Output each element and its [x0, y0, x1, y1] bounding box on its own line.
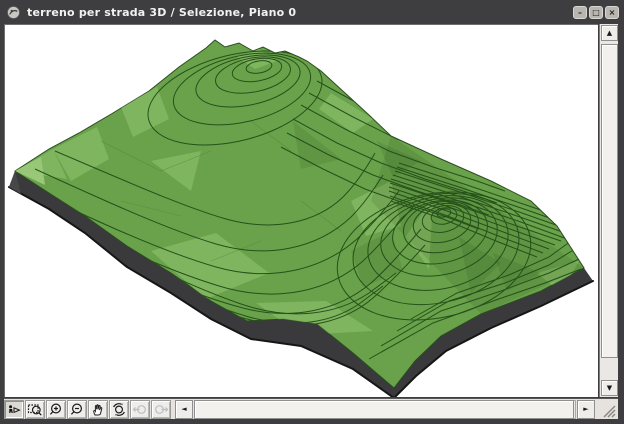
window-title: terreno per strada 3D / Selezione, Piano…: [27, 6, 296, 19]
minimize-button[interactable]: –: [573, 6, 587, 19]
titlebar[interactable]: terreno per strada 3D / Selezione, Piano…: [3, 3, 621, 22]
scroll-left-button[interactable]: ◄: [175, 400, 193, 419]
zoom-area-button[interactable]: [25, 400, 45, 419]
scroll-right-button[interactable]: ►: [577, 400, 595, 419]
zoom-in-button[interactable]: [46, 400, 66, 419]
window-controls: – □ ×: [573, 6, 621, 19]
close-button[interactable]: ×: [605, 6, 619, 19]
walk-fly-icon: [6, 402, 22, 418]
magnifier-plus-icon: [48, 402, 64, 418]
vertical-scrollbar-thumb[interactable]: [601, 44, 618, 358]
navigation-mode-button[interactable]: [4, 400, 24, 419]
window-app-icon: [6, 5, 21, 20]
scroll-down-button[interactable]: ▼: [601, 380, 618, 396]
magnifier-area-icon: [27, 402, 43, 418]
scroll-up-button[interactable]: ▲: [601, 25, 618, 41]
pan-button[interactable]: [88, 400, 108, 419]
terrain-model: [5, 25, 598, 397]
maximize-button[interactable]: □: [589, 6, 603, 19]
magnifier-forward-icon: [153, 402, 169, 418]
window-resize-grip[interactable]: [598, 400, 618, 419]
magnifier-fit-icon: [111, 402, 127, 418]
hand-icon: [90, 402, 106, 418]
resize-grip-icon: [598, 400, 618, 419]
zoom-out-button[interactable]: [67, 400, 87, 419]
next-zoom-button[interactable]: [151, 400, 171, 419]
vertical-scrollbar[interactable]: ▲ ▼: [599, 24, 618, 397]
previous-zoom-button[interactable]: [130, 400, 150, 419]
magnifier-minus-icon: [69, 402, 85, 418]
3d-viewport[interactable]: [4, 24, 598, 397]
fit-in-window-button[interactable]: [109, 400, 129, 419]
horizontal-scrollbar-thumb[interactable]: [194, 400, 574, 419]
magnifier-back-icon: [132, 402, 148, 418]
bottom-toolbar: ◄ ►: [4, 398, 618, 419]
3d-view-window: terreno per strada 3D / Selezione, Piano…: [0, 0, 624, 424]
